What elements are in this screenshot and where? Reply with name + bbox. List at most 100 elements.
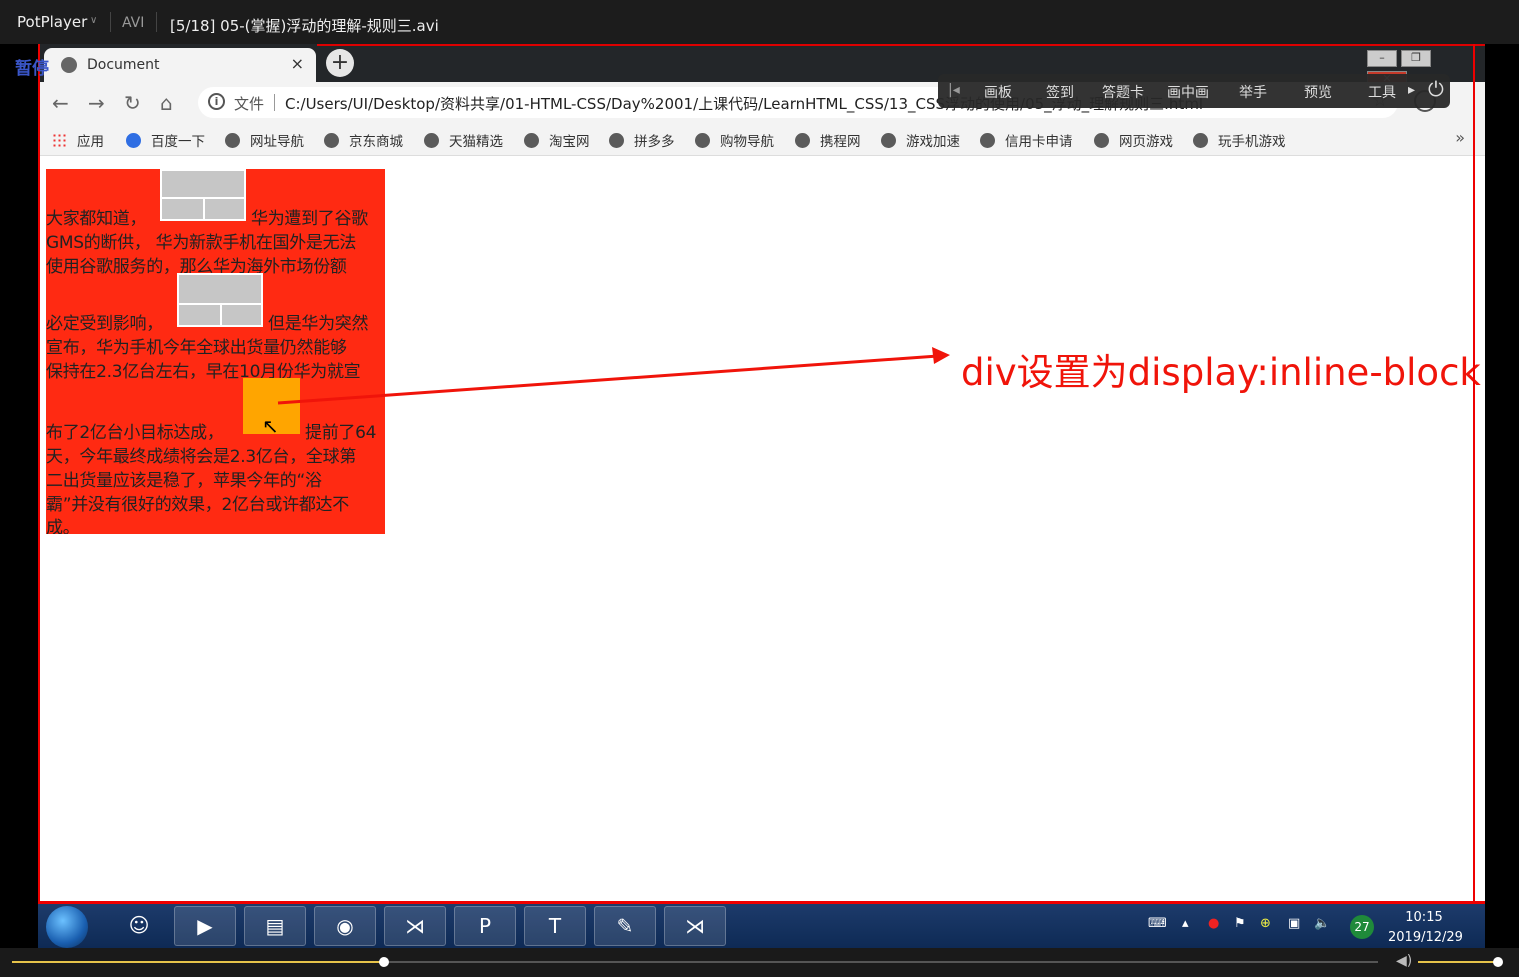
bookmark-baidu[interactable]: 百度一下 bbox=[126, 130, 205, 150]
globe-icon bbox=[524, 133, 539, 148]
tab-title: Document bbox=[87, 57, 160, 73]
bookmark-item[interactable]: 携程网 bbox=[795, 130, 861, 150]
vscode-app-icon[interactable]: ⋊ bbox=[664, 906, 726, 946]
bookmark-apps[interactable]: 应用 bbox=[52, 130, 104, 150]
bookmark-item[interactable]: 信用卡申请 bbox=[980, 130, 1073, 150]
folder-app-icon[interactable]: ▤ bbox=[244, 906, 306, 946]
divider bbox=[274, 94, 275, 111]
notepad-app-icon[interactable]: ✎ bbox=[594, 906, 656, 946]
new-tab-button[interactable]: + bbox=[326, 49, 354, 77]
floatbar-item[interactable]: 画板 bbox=[984, 82, 1012, 102]
start-button[interactable] bbox=[46, 906, 88, 948]
collapse-icon[interactable]: |◂ bbox=[948, 82, 960, 98]
teaching-float-toolbar: |◂ 画板 签到 答题卡 画中画 举手 预览 工具 ▸ ⏻ bbox=[938, 74, 1450, 108]
seek-track[interactable] bbox=[12, 957, 1378, 967]
apps-grid-icon bbox=[52, 133, 67, 148]
tray-expand-icon[interactable]: ▴ bbox=[1182, 916, 1189, 931]
tab-close-button[interactable]: × bbox=[291, 54, 304, 73]
globe-icon bbox=[695, 133, 710, 148]
floatbar-item[interactable]: 举手 bbox=[1239, 82, 1267, 102]
seek-progress bbox=[12, 961, 384, 963]
avatar-app-icon[interactable]: ☺ bbox=[108, 906, 170, 946]
arrow-shaft bbox=[277, 354, 939, 405]
keyboard-icon[interactable]: ⌨ bbox=[1148, 916, 1167, 931]
volume-icon[interactable]: ◀) bbox=[1396, 953, 1412, 969]
info-icon[interactable]: i bbox=[208, 93, 225, 110]
plus-icon[interactable]: ⊕ bbox=[1260, 916, 1271, 931]
baidu-paw-icon bbox=[126, 133, 141, 148]
file-title: [5/18] 05-(掌握)浮动的理解-规则三.avi bbox=[170, 17, 439, 35]
bookmark-item[interactable]: 淘宝网 bbox=[524, 130, 590, 150]
clock-time: 10:15 bbox=[1405, 910, 1443, 925]
bookmarks-overflow-button[interactable]: » bbox=[1455, 128, 1465, 147]
bookmark-item[interactable]: 网址导航 bbox=[225, 130, 304, 150]
speaker-icon[interactable]: 🔈 bbox=[1314, 916, 1330, 931]
divider bbox=[156, 12, 157, 32]
volume-slider[interactable] bbox=[1418, 957, 1503, 967]
player-brand-menu[interactable]: PotPlayer bbox=[17, 13, 87, 31]
globe-icon bbox=[324, 133, 339, 148]
back-arrow-icon[interactable]: ← bbox=[52, 91, 69, 115]
minimize-button[interactable]: – bbox=[1367, 50, 1397, 67]
globe-icon bbox=[609, 133, 624, 148]
file-scheme-label: 文件 bbox=[234, 95, 265, 113]
floatbar-item[interactable]: 画中画 bbox=[1167, 82, 1209, 102]
globe-icon bbox=[225, 133, 240, 148]
globe-icon bbox=[424, 133, 439, 148]
pause-indicator: 暂停 bbox=[15, 59, 49, 79]
reload-icon[interactable]: ↻ bbox=[124, 91, 141, 115]
text-app-icon[interactable]: T bbox=[524, 906, 586, 946]
arrow-icon[interactable]: ▸ bbox=[1408, 82, 1415, 98]
bookmark-item[interactable]: 天猫精选 bbox=[424, 130, 503, 150]
chevron-down-icon[interactable]: ∨ bbox=[90, 15, 97, 26]
format-label: AVI bbox=[122, 15, 145, 31]
annotation-text: div设置为display:inline-block bbox=[961, 351, 1481, 394]
network-icon[interactable]: ▣ bbox=[1288, 916, 1300, 931]
floatbar-item[interactable]: 签到 bbox=[1046, 82, 1074, 102]
floatbar-item[interactable]: 预览 bbox=[1304, 82, 1332, 102]
floatbar-item[interactable]: 答题卡 bbox=[1102, 82, 1144, 102]
system-clock[interactable]: 10:15 2019/12/29 bbox=[1388, 908, 1463, 948]
globe-icon bbox=[881, 133, 896, 148]
record-icon[interactable]: ● bbox=[1208, 916, 1219, 931]
arrow-head bbox=[932, 347, 950, 364]
bookmark-item[interactable]: 拼多多 bbox=[609, 130, 675, 150]
divider bbox=[110, 12, 111, 32]
flag-icon[interactable]: ⚑ bbox=[1234, 916, 1246, 931]
annotation-arrow bbox=[277, 347, 950, 405]
window-controls: –❐✕ bbox=[1367, 46, 1477, 88]
bookmark-item[interactable]: 京东商城 bbox=[324, 130, 403, 150]
powerpoint-app-icon[interactable]: P bbox=[454, 906, 516, 946]
floatbar-item[interactable]: 工具 bbox=[1368, 82, 1396, 102]
forward-arrow-icon[interactable]: → bbox=[88, 91, 105, 115]
recording-border bbox=[38, 44, 40, 904]
player-app-icon[interactable]: ▶ bbox=[174, 906, 236, 946]
globe-icon bbox=[1094, 133, 1109, 148]
vscode-app-icon[interactable]: ⋊ bbox=[384, 906, 446, 946]
chrome-app-icon[interactable]: ◉ bbox=[314, 906, 376, 946]
clock-date: 2019/12/29 bbox=[1388, 930, 1463, 945]
maximize-button[interactable]: ❐ bbox=[1401, 50, 1431, 67]
recording-border bbox=[317, 44, 1485, 46]
volume-handle[interactable] bbox=[1492, 957, 1503, 967]
bookmarks-bar: 应用 百度一下 网址导航 京东商城 天猫精选 淘宝网 拼多多 购物导航 携程网 … bbox=[38, 122, 1485, 156]
bookmark-item[interactable]: 购物导航 bbox=[695, 130, 774, 150]
player-title-bar: PotPlayer ∨ AVI [5/18] 05-(掌握)浮动的理解-规则三.… bbox=[0, 0, 1519, 44]
bookmark-item[interactable]: 游戏加速 bbox=[881, 130, 960, 150]
home-icon[interactable]: ⌂ bbox=[160, 91, 173, 115]
globe-icon bbox=[795, 133, 810, 148]
recording-border bbox=[1473, 44, 1475, 904]
video-frame[interactable]: Document × + –❐✕ ← → ↻ ⌂ i 文件 C:/Users/U… bbox=[38, 44, 1485, 904]
page-content: 大家都知道， 华为遭到了谷歌 GMS的断供， 华为新款手机在国外是无法 使用谷歌… bbox=[38, 157, 1485, 904]
bookmark-item[interactable]: 网页游戏 bbox=[1094, 130, 1173, 150]
windows-taskbar: ☺ ▶ ▤ ◉ ⋊ P T ✎ ⋊ ⌨ ▴ ● ⚑ ⊕ ▣ 🔈 27 10:15… bbox=[38, 904, 1485, 948]
tab-document[interactable]: Document × bbox=[44, 48, 316, 82]
volume-level bbox=[1418, 961, 1498, 963]
player-seekbar: ◀) bbox=[0, 948, 1519, 977]
power-icon[interactable]: ⏻ bbox=[1428, 77, 1444, 101]
seek-handle[interactable] bbox=[378, 957, 389, 967]
notification-badge[interactable]: 27 bbox=[1350, 915, 1374, 939]
globe-icon bbox=[61, 57, 77, 73]
bookmark-item[interactable]: 玩手机游戏 bbox=[1193, 130, 1286, 150]
globe-icon bbox=[1193, 133, 1208, 148]
